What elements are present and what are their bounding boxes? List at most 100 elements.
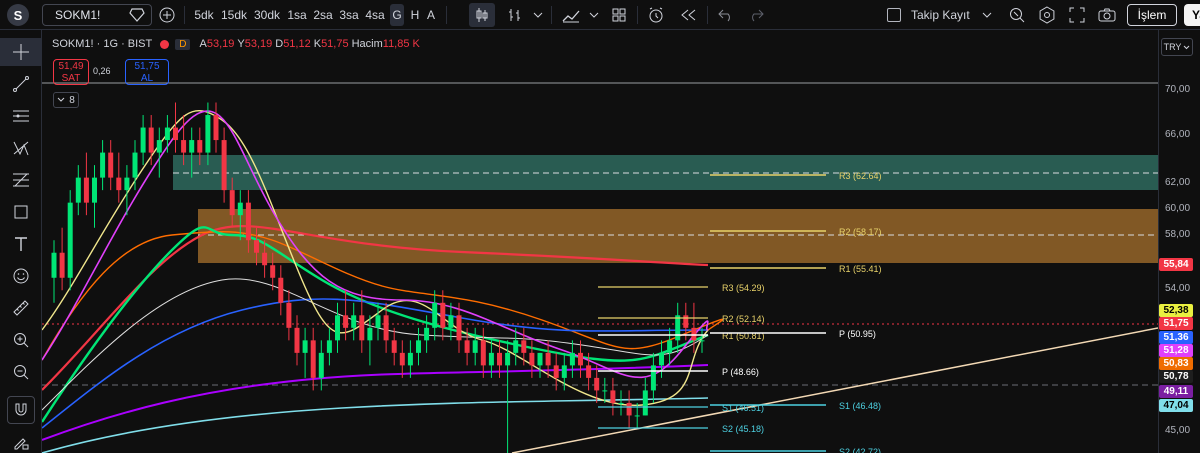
candle-body [67,202,73,278]
candle-body [521,340,527,353]
gear-icon[interactable] [1036,0,1058,30]
add-symbol-icon[interactable] [156,0,178,30]
candle-body [140,127,146,153]
timeframe-2sa[interactable]: 2sa [312,0,334,30]
magnet-icon[interactable] [7,396,35,424]
chevron-down-icon[interactable] [587,0,601,30]
open-key: A [199,38,207,50]
trade-button[interactable]: İşlem [1127,4,1177,26]
weekly-pivot-label: R3 (54.29) [722,283,765,293]
lock-pencil-icon[interactable] [0,428,42,453]
candle [302,327,308,378]
candle-body [229,190,235,216]
price-tag-ma-yellow: 52,38 [1159,304,1193,317]
close-value: 51,75 [321,38,349,50]
price-tag-ma-blue: 51,36 [1159,331,1193,344]
candle-body [407,352,413,366]
fullscreen-icon[interactable] [1066,0,1088,30]
pattern-icon[interactable] [0,134,42,162]
currency-select[interactable]: TRY [1161,38,1193,56]
ruler-icon[interactable] [0,294,42,322]
timeframe-15dk[interactable]: 15dk [220,0,248,30]
axis-tick-label: 60,00 [1165,203,1191,214]
zoom-in-icon[interactable] [0,326,42,354]
timeframe-H[interactable]: H [408,0,422,30]
weekly-pivot-label: R2 (52.14) [722,314,765,324]
legend-symbol[interactable]: SOKM1! · 1G · BIST [52,38,152,50]
candle-body [132,152,138,178]
text-icon[interactable] [0,230,42,258]
market-status-dot [160,39,170,49]
timeframe-5dk[interactable]: 5dk [192,0,216,30]
candle-body [642,390,648,416]
layout-grid-icon[interactable] [609,0,629,30]
buy-button[interactable]: 51,75 AL [125,59,169,85]
horizontal-lines-icon[interactable] [0,102,42,130]
axis-tick-label: 54,00 [1165,283,1191,294]
diamond-icon[interactable] [128,0,146,30]
follow-record-checkbox[interactable]: Takip Kayıt [887,0,989,30]
zoom-out-icon[interactable] [0,358,42,386]
candle [472,327,478,366]
candle [335,302,340,353]
volume-key: Hacim [351,38,383,50]
buy-price: 51,75 [134,61,160,72]
undo-icon[interactable] [715,0,737,30]
candle-body [59,252,65,278]
candle [699,327,705,353]
price-tag-ma-magenta: 51,28 [1159,344,1193,357]
crosshair-icon[interactable] [0,38,42,66]
timeframe-G[interactable]: G [390,4,404,26]
open-value: 53,19 [206,38,235,50]
sell-button[interactable]: 51,49 SAT [53,59,89,85]
timeframe-A[interactable]: A [424,0,438,30]
monthly-pivot-label: R1 (55.41) [839,264,882,274]
checkbox-box [887,8,901,22]
fibonacci-icon[interactable] [0,166,42,194]
candle [67,190,73,291]
candle [310,327,316,391]
bar-chart-type-icon[interactable] [505,0,525,30]
currency-label: TRY [1163,42,1182,52]
chevron-down-icon[interactable] [981,0,993,30]
timeframe-3sa[interactable]: 3sa [338,0,360,30]
candle [75,165,81,216]
chevron-down-icon[interactable] [531,0,545,30]
moving-average-line [42,364,709,441]
indicators-icon[interactable] [560,0,582,30]
candle-body [359,315,365,341]
candles-chart-type-icon[interactable] [469,3,495,27]
candle-body [553,365,559,378]
rectangle-icon[interactable] [0,198,42,226]
alert-clock-icon[interactable] [645,0,667,30]
price-chart[interactable]: R3 (54.29)R2 (52.14)R1 (50.81)P (48.66)S… [42,30,1158,453]
user-avatar[interactable]: S [7,4,29,26]
timeframe-30dk[interactable]: 30dk [253,0,281,30]
candle-body [318,352,324,378]
price-tag-ma-orange: 50,83 [1159,357,1193,370]
candle-body [416,340,421,353]
delay-badge: D [175,38,191,50]
candle-body [189,140,195,153]
redo-icon[interactable] [745,0,767,30]
publish-button[interactable]: Ya [1184,4,1200,26]
camera-icon[interactable] [1096,0,1118,30]
indicators-collapse-button[interactable]: 8 [53,92,79,108]
timeframe-1sa[interactable]: 1sa [286,0,308,30]
candle [626,390,632,428]
search-zoom-icon[interactable] [1006,0,1028,30]
candle-body [383,315,389,341]
candle [416,327,421,366]
candle-body [399,352,405,366]
candle-body [472,340,478,353]
candle [618,390,624,416]
timeframe-4sa[interactable]: 4sa [364,0,386,30]
candle-body [351,315,357,328]
emoji-icon[interactable] [0,262,42,290]
monthly-pivot-label: S2 (42.72) [839,447,881,453]
candle [59,227,65,291]
replay-icon[interactable] [677,0,699,30]
chart-pane[interactable]: R3 (54.29) R2 (52.14) R1 (50.81) P (48.66) S… [42,30,1158,453]
trend-line-icon[interactable] [0,70,42,98]
candle-body [326,340,332,353]
